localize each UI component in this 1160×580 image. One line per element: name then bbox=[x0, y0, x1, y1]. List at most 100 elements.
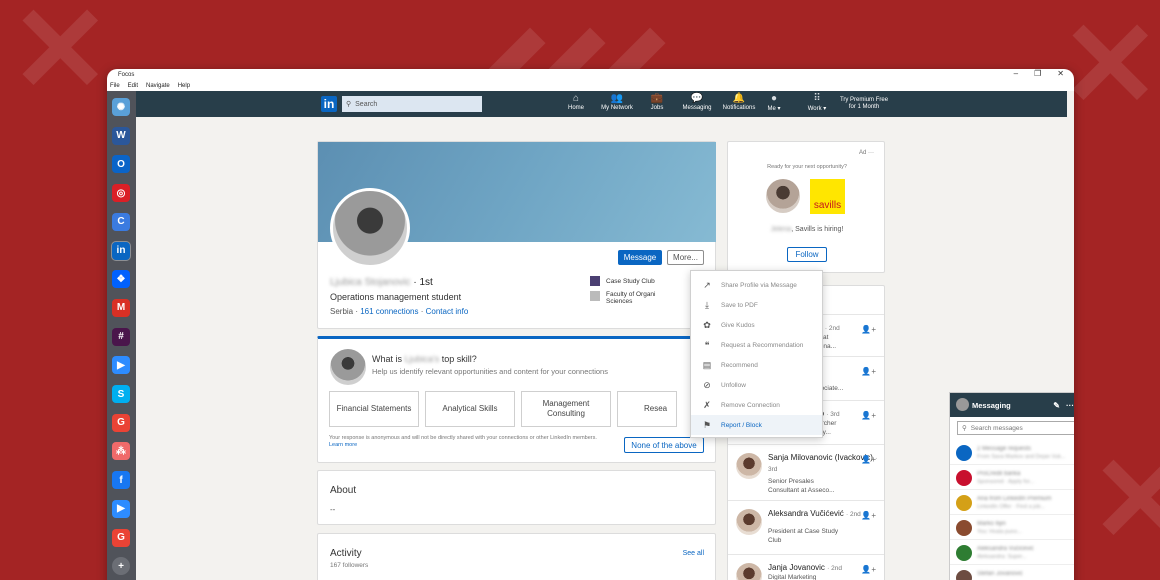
savills-logo: savills bbox=[810, 179, 845, 214]
messaging-panel: Messaging ✎ ··· ⌄ ⚲ Search messages ☰ 2 … bbox=[949, 392, 1074, 580]
person-item[interactable]: Sanja Milovanovic (Ivackovic) · 3rd Senio… bbox=[728, 444, 884, 500]
skype-icon[interactable]: S bbox=[112, 385, 130, 403]
creative-cloud-icon[interactable]: ◎ bbox=[112, 184, 130, 203]
facebook-icon[interactable]: f bbox=[112, 471, 130, 490]
zoom-icon[interactable]: ▶ bbox=[112, 499, 130, 518]
person-item[interactable]: Janja Jovanovic · 2nd Digital Marketing 👤+ bbox=[728, 554, 884, 580]
education-item[interactable]: Faculty of Organi Sciences bbox=[606, 291, 656, 305]
question-name: Ljubica's bbox=[404, 354, 440, 364]
more-actions-dropdown: ↗ Share Profile via Message ⤓ Save to PDF ✿ G… bbox=[690, 270, 823, 438]
dropdown-item[interactable]: ✗ Remove Connection bbox=[691, 395, 822, 415]
dropdown-item-label: Recommend bbox=[721, 361, 758, 369]
menu-file[interactable]: File bbox=[110, 83, 120, 89]
add-icon[interactable]: + bbox=[112, 557, 130, 576]
compose-icon[interactable]: ✎ bbox=[1053, 401, 1060, 410]
google-icon[interactable]: G bbox=[112, 413, 130, 432]
linkedin-icon[interactable]: in bbox=[111, 240, 131, 261]
contact-info-link[interactable]: Contact info bbox=[426, 307, 469, 316]
about-text: -- bbox=[330, 505, 336, 514]
dropdown-item[interactable]: ⤓ Save to PDF bbox=[691, 295, 822, 315]
conversation-item[interactable]: Ana from LinkedIn Premium LinkedIn Offer … bbox=[950, 491, 1074, 515]
gmail-icon[interactable]: M bbox=[112, 298, 130, 317]
messaging-header[interactable]: Messaging ✎ ··· ⌄ bbox=[950, 393, 1074, 417]
message-button[interactable]: Message bbox=[618, 250, 662, 265]
nav-messaging[interactable]: 💬 Messaging bbox=[679, 93, 715, 115]
see-all-link[interactable]: See all bbox=[683, 550, 704, 557]
skill-option[interactable]: Management Consulting bbox=[521, 391, 611, 427]
menu-edit[interactable]: Edit bbox=[128, 83, 138, 89]
person-item[interactable]: Aleksandra Vučićević · 2nd President at C… bbox=[728, 500, 884, 554]
dropdown-item[interactable]: ⚑ Report / Block bbox=[691, 415, 822, 435]
nav-home[interactable]: ⌂ Home bbox=[558, 93, 594, 115]
profile-photo[interactable] bbox=[330, 188, 410, 268]
linkedin-page: in ⚲ Search ⌂ Home 👥 My Network 💼 Jobs 💬 Mes… bbox=[136, 91, 1074, 580]
premium-link[interactable]: Try Premium Free for 1 Month bbox=[836, 97, 892, 111]
skill-option[interactable]: Analytical Skills bbox=[425, 391, 515, 427]
experience-item[interactable]: Case Study Club bbox=[606, 278, 655, 285]
about-title: About bbox=[330, 485, 357, 496]
nav-notifications[interactable]: 🔔 Notifications bbox=[719, 93, 759, 115]
skill-option[interactable]: Resea bbox=[617, 391, 677, 427]
connect-icon[interactable]: 👤+ bbox=[861, 565, 876, 574]
menu-help[interactable]: Help bbox=[178, 83, 190, 89]
dropdown-item[interactable]: ↗ Share Profile via Message bbox=[691, 275, 822, 295]
dropbox-icon[interactable]: ❖ bbox=[112, 270, 130, 289]
focos-icon[interactable]: ✺ bbox=[112, 98, 130, 116]
connect-icon[interactable]: 👤+ bbox=[861, 511, 876, 520]
maximize-button[interactable]: ❐ bbox=[1034, 69, 1041, 78]
conversation-name: Marko Ilijin bbox=[977, 521, 1006, 527]
dropdown-item[interactable]: ▤ Recommend bbox=[691, 355, 822, 375]
person-desc-line2: Club bbox=[768, 537, 782, 544]
menu-action-icon: ▤ bbox=[702, 359, 712, 370]
google-icon[interactable]: G bbox=[112, 528, 130, 547]
menu-bar: File Edit Navigate Help bbox=[107, 81, 1074, 91]
nav-work[interactable]: ⠿ Work ▾ bbox=[801, 93, 833, 115]
nav-jobs[interactable]: 💼 Jobs bbox=[639, 93, 675, 115]
zoom-icon[interactable]: ▶ bbox=[112, 356, 130, 375]
minimize-button[interactable]: – bbox=[1014, 69, 1018, 78]
connect-icon[interactable]: 👤+ bbox=[861, 411, 876, 420]
linkedin-logo-icon[interactable]: in bbox=[321, 96, 337, 112]
conversation-name: Ana from LinkedIn Premium bbox=[977, 496, 1052, 502]
nav-my-network[interactable]: 👥 My Network bbox=[599, 93, 635, 115]
search-input[interactable]: ⚲ Search bbox=[342, 96, 482, 112]
conversation-item[interactable]: Marko Ilijin You: Hvala puno... bbox=[950, 516, 1074, 540]
menu-action-icon: ⚑ bbox=[702, 419, 712, 430]
skill-option[interactable]: Financial Statements bbox=[329, 391, 419, 427]
connect-icon[interactable]: 👤+ bbox=[861, 455, 876, 464]
search-messages-input[interactable]: ⚲ Search messages ☰ bbox=[957, 421, 1074, 435]
ad-more-icon[interactable]: ··· bbox=[868, 150, 874, 156]
connections-link[interactable]: 161 connections bbox=[360, 307, 418, 316]
conversation-item[interactable]: ProCredit banka Sponsored · Apply for... bbox=[950, 466, 1074, 490]
nav-me[interactable]: ● Me ▾ bbox=[759, 93, 789, 115]
dropdown-item[interactable]: ✿ Give Kudos bbox=[691, 315, 822, 335]
more-icon[interactable]: ··· bbox=[1066, 401, 1074, 410]
none-of-above-button[interactable]: None of the above bbox=[624, 437, 704, 453]
conversation-preview: You: Hvala puno... bbox=[977, 529, 1022, 535]
connect-icon[interactable]: 👤+ bbox=[861, 367, 876, 376]
outlook-icon[interactable]: O bbox=[112, 155, 130, 174]
follow-button[interactable]: Follow bbox=[787, 247, 827, 262]
word-icon[interactable]: W bbox=[112, 126, 130, 145]
hiring-text: , Savills is hiring! bbox=[791, 226, 844, 233]
top-nav: in ⚲ Search ⌂ Home 👥 My Network 💼 Jobs 💬 Mes… bbox=[136, 91, 1067, 117]
conversation-item[interactable]: Stefan Jovanović... bbox=[950, 566, 1074, 580]
dropdown-item[interactable]: ⊘ Unfollow bbox=[691, 375, 822, 395]
conversation-item[interactable]: 2 Message requests From Sava Markov and D… bbox=[950, 441, 1074, 465]
asana-icon[interactable]: ⁂ bbox=[112, 442, 130, 461]
question-subtitle: Help us identify relevant opportunities … bbox=[372, 367, 608, 376]
close-button[interactable]: ✕ bbox=[1057, 69, 1064, 78]
dropdown-item[interactable]: ❝ Request a Recommendation bbox=[691, 335, 822, 355]
slack-icon[interactable]: # bbox=[112, 327, 130, 346]
connect-icon[interactable]: 👤+ bbox=[861, 325, 876, 334]
hiring-name: Jelena bbox=[770, 226, 792, 233]
avatar bbox=[956, 445, 972, 461]
menu-navigate[interactable]: Navigate bbox=[146, 83, 170, 89]
ad-card: Ad ··· Ready for your next opportunity? … bbox=[727, 141, 885, 273]
conversation-item[interactable]: Aleksandra Vučićević Aleksandra: Super... bbox=[950, 541, 1074, 565]
more-button[interactable]: More... bbox=[667, 250, 704, 265]
learn-more-link[interactable]: Learn more bbox=[329, 442, 357, 448]
cortana-icon[interactable]: C bbox=[112, 212, 130, 231]
followers-count: 167 followers bbox=[330, 562, 369, 569]
network-icon: 👥 bbox=[610, 93, 624, 104]
